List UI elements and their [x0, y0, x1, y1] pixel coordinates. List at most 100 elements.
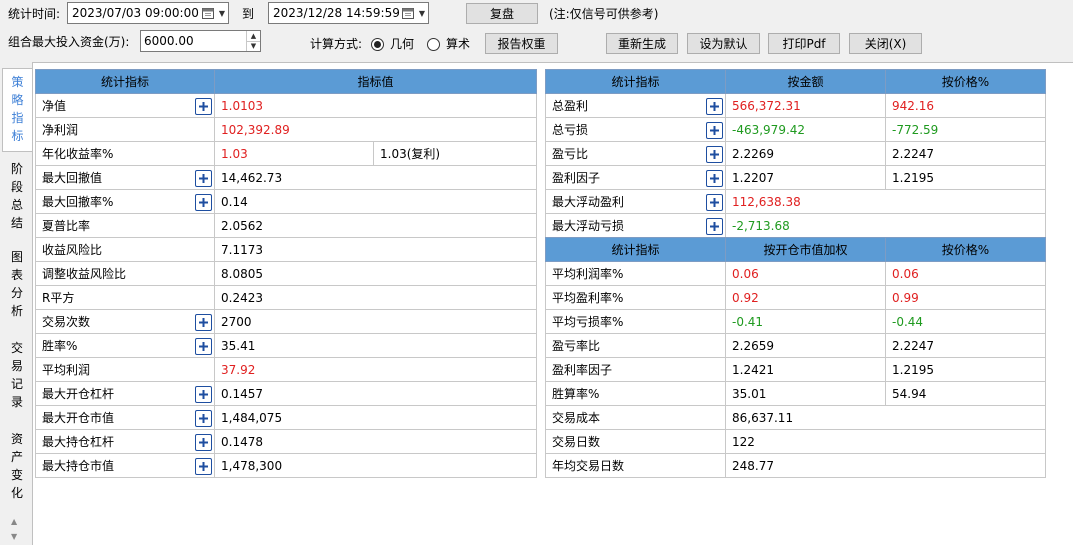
table-row: 交易成本 86,637.11 [545, 405, 1046, 430]
table-row: 净利润 102,392.89 [35, 117, 538, 142]
expand-plus-icon[interactable] [195, 458, 212, 475]
tab-char: 分 [10, 286, 23, 300]
calendar-icon[interactable] [400, 6, 416, 20]
metric-name-cell: 平均利润 [35, 357, 215, 382]
table-row: 最大回撤值 14,462.73 [35, 165, 538, 190]
price-pct-value: 2.2247 [885, 141, 1046, 166]
table-row: 胜率% 35.41 [35, 333, 538, 358]
chevron-down-icon[interactable]: ▼ [216, 4, 228, 22]
metric-value: 0.14 [213, 189, 538, 214]
expand-plus-icon[interactable] [195, 338, 212, 355]
tab-char: 易 [10, 359, 23, 373]
amount-value: 1.2207 [725, 165, 886, 190]
expand-plus-icon[interactable] [706, 194, 723, 211]
metric-value: 14,462.73 [213, 165, 538, 190]
close-button[interactable]: 关闭(X) [849, 33, 922, 54]
tab-stage-summary[interactable]: 阶 段 总 结 [4, 160, 30, 240]
expand-plus-icon[interactable] [195, 98, 212, 115]
metric-name-cell: 总盈利 [545, 93, 726, 118]
table-row: 交易日数 122 [545, 429, 1046, 454]
expand-plus-icon[interactable] [195, 194, 212, 211]
chevron-down-icon[interactable]: ▼ [416, 4, 428, 22]
tab-char: 图 [10, 250, 23, 264]
max-capital-input[interactable]: 6000.00 [141, 31, 246, 51]
to-label: 到 [242, 7, 255, 21]
weighted-value: 0.06 [725, 261, 886, 286]
metric-name-cell: 盈利因子 [545, 165, 726, 190]
right-amount-table: 统计指标 按金额 按价格% 总盈利 566,372.31 942.16 总亏损 -463,97… [545, 69, 1046, 238]
table-row: 最大浮动亏损 -2,713.68 [545, 213, 1046, 238]
tab-strategy-metrics[interactable]: 策 略 指 标 [2, 68, 32, 152]
column-header: 统计指标 [35, 69, 215, 94]
metric-name: 平均利润 [42, 363, 91, 377]
table-row: 最大持仓杠杆 0.1478 [35, 429, 538, 454]
decrement-icon[interactable]: ▼ [247, 42, 260, 52]
stepper-arrows[interactable]: ▲ ▼ [246, 31, 260, 51]
tab-trade-records[interactable]: 交 易 记 录 [4, 339, 30, 419]
geometric-label[interactable]: 几何 [390, 36, 414, 52]
expand-plus-icon[interactable] [195, 314, 212, 331]
expand-plus-icon[interactable] [706, 98, 723, 115]
scroll-down-icon[interactable]: ▼ [11, 532, 17, 541]
expand-plus-icon[interactable] [195, 386, 212, 403]
metric-value: 1.0103 [213, 93, 538, 118]
expand-plus-icon[interactable] [706, 218, 723, 235]
print-pdf-button[interactable]: 打印Pdf [768, 33, 840, 54]
metric-name-cell: 最大回撤值 [35, 165, 215, 190]
table-row: R平方 0.2423 [35, 285, 538, 310]
metric-value: 1,478,300 [213, 453, 538, 478]
table-row: 总盈利 566,372.31 942.16 [545, 93, 1046, 118]
geometric-radio[interactable] [371, 38, 384, 51]
tab-char: 录 [10, 395, 23, 409]
weighted-value: 2.2659 [725, 333, 886, 358]
table-row: 盈利率因子 1.2421 1.2195 [545, 357, 1046, 382]
increment-icon[interactable]: ▲ [247, 31, 260, 42]
expand-plus-icon[interactable] [706, 122, 723, 139]
report-weight-button[interactable]: 报告权重 [485, 33, 558, 54]
metric-name-cell: 最大浮动盈利 [545, 189, 726, 214]
expand-plus-icon[interactable] [195, 170, 212, 187]
weighted-value: 122 [725, 429, 1046, 454]
arithmetic-label[interactable]: 算术 [446, 36, 470, 52]
price-pct-value: -0.44 [885, 309, 1046, 334]
metric-name-cell: 盈亏比 [545, 141, 726, 166]
tab-chart-analysis[interactable]: 图 表 分 析 [4, 248, 30, 328]
right-weighted-table: 统计指标 按开仓市值加权 按价格% 平均利润率% 0.06 0.06 平均盈利率% 0.92 0… [545, 237, 1046, 478]
replay-button[interactable]: 复盘 [466, 3, 538, 24]
end-time-picker[interactable]: 2023/12/28 14:59:59 ▼ [268, 2, 429, 24]
stat-time-label: 统计时间: [8, 7, 61, 21]
regenerate-button[interactable]: 重新生成 [606, 33, 678, 54]
price-pct-value: 1.2195 [885, 357, 1046, 382]
tab-char: 结 [10, 216, 23, 230]
arithmetic-radio[interactable] [427, 38, 440, 51]
tab-char: 总 [10, 198, 23, 212]
price-pct-value: 942.16 [885, 93, 1046, 118]
metric-name-cell: 总亏损 [545, 117, 726, 142]
table-header-row: 统计指标 指标值 [35, 69, 538, 94]
side-tab-bar: 策 略 指 标 阶 段 总 结 图 表 分 析 交 易 记 录 资 产 变 化 … [0, 62, 32, 545]
table-row: 年均交易日数 248.77 [545, 453, 1046, 478]
table-row: 最大开仓杠杆 0.1457 [35, 381, 538, 406]
expand-plus-icon[interactable] [195, 434, 212, 451]
scroll-up-icon[interactable]: ▲ [11, 517, 17, 526]
expand-plus-icon[interactable] [706, 170, 723, 187]
table-row: 盈亏率比 2.2659 2.2247 [545, 333, 1046, 358]
set-default-button[interactable]: 设为默认 [687, 33, 760, 54]
start-time-picker[interactable]: 2023/07/03 09:00:00 ▼ [67, 2, 229, 24]
max-capital-stepper[interactable]: 6000.00 ▲ ▼ [140, 30, 261, 52]
calendar-icon[interactable] [200, 6, 216, 20]
expand-plus-icon[interactable] [195, 410, 212, 427]
metric-name-cell: 收益风险比 [35, 237, 215, 262]
table-header-row: 统计指标 按金额 按价格% [545, 69, 1046, 94]
metric-name: 夏普比率 [42, 219, 91, 233]
tab-char: 标 [11, 129, 24, 143]
tab-asset-changes[interactable]: 资 产 变 化 [4, 430, 30, 510]
metric-name: 最大浮动盈利 [552, 195, 625, 209]
tab-char: 产 [10, 450, 23, 464]
metric-name: 年化收益率% [42, 147, 114, 161]
metric-value: 0.1478 [213, 429, 538, 454]
tab-char: 段 [10, 180, 23, 194]
table-row: 最大浮动盈利 112,638.38 [545, 189, 1046, 214]
expand-plus-icon[interactable] [706, 146, 723, 163]
tab-char: 略 [11, 93, 24, 107]
